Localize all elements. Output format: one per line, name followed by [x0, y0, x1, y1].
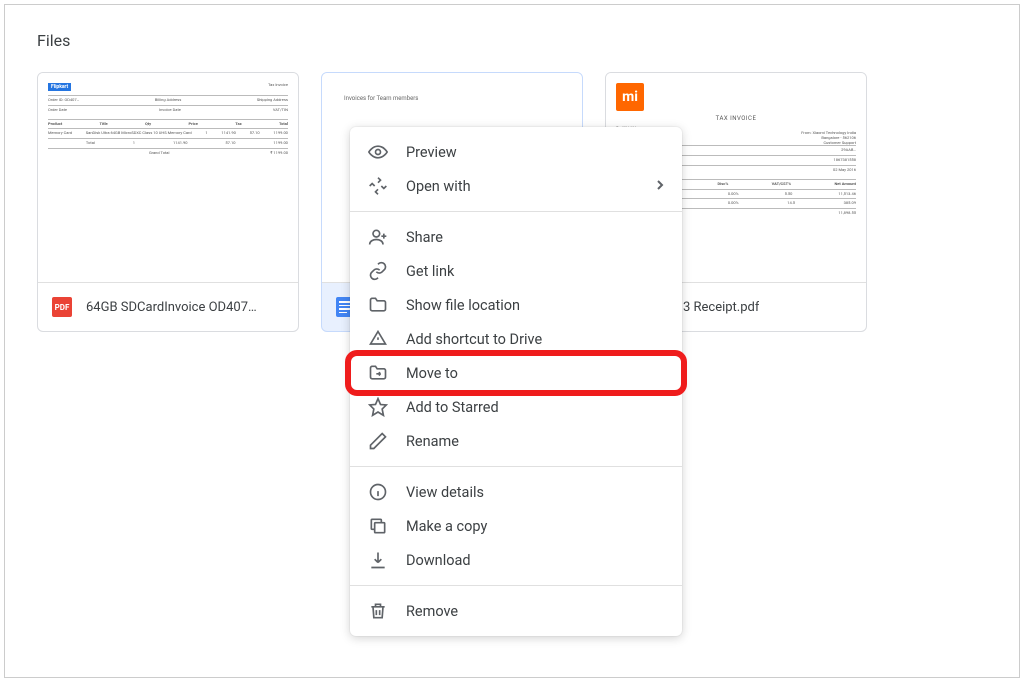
mi-logo: mi — [616, 83, 644, 111]
menu-add-starred[interactable]: Add to Starred — [350, 390, 682, 424]
menu-label: Download — [406, 552, 471, 569]
menu-show-location[interactable]: Show file location — [350, 288, 682, 322]
info-icon — [368, 482, 388, 502]
person-add-icon — [368, 227, 388, 247]
menu-preview[interactable]: Preview — [350, 135, 682, 169]
menu-label: Move to — [406, 365, 458, 382]
star-icon — [368, 397, 388, 417]
menu-label: Make a copy — [406, 518, 487, 535]
menu-label: Add to Starred — [406, 399, 499, 416]
link-icon — [368, 261, 388, 281]
file-name: 64GB SDCardInvoice OD407… — [86, 300, 257, 315]
menu-label: Get link — [406, 263, 454, 280]
flipkart-logo: Flipkart — [48, 83, 71, 91]
menu-make-copy[interactable]: Make a copy — [350, 509, 682, 543]
menu-divider — [350, 466, 682, 467]
menu-divider — [350, 211, 682, 212]
drive-shortcut-icon — [368, 329, 388, 349]
menu-open-with[interactable]: Open with — [350, 169, 682, 203]
menu-add-shortcut[interactable]: Add shortcut to Drive — [350, 322, 682, 356]
menu-label: Rename — [406, 433, 459, 450]
menu-remove[interactable]: Remove — [350, 594, 682, 628]
pdf-icon: PDF — [52, 297, 72, 317]
file-card[interactable]: Flipkart Tax Invoice Order ID: OD407…Bil… — [37, 72, 299, 332]
menu-rename[interactable]: Rename — [350, 424, 682, 458]
eye-icon — [368, 142, 388, 162]
menu-label: Show file location — [406, 297, 520, 314]
menu-view-details[interactable]: View details — [350, 475, 682, 509]
menu-label: View details — [406, 484, 484, 501]
pencil-icon — [368, 431, 388, 451]
menu-label: Open with — [406, 178, 471, 195]
file-thumbnail: Flipkart Tax Invoice Order ID: OD407…Bil… — [38, 73, 298, 283]
folder-icon — [368, 295, 388, 315]
menu-share[interactable]: Share — [350, 220, 682, 254]
trash-icon — [368, 601, 388, 621]
folder-move-icon — [368, 363, 388, 383]
menu-download[interactable]: Download — [350, 543, 682, 577]
menu-label: Remove — [406, 603, 458, 620]
context-menu: Preview Open with Share Get link Show fi… — [350, 127, 682, 636]
file-footer: PDF 64GB SDCardInvoice OD407… — [38, 283, 298, 331]
copy-icon — [368, 516, 388, 536]
menu-label: Share — [406, 229, 443, 246]
tax-invoice-title: TAX INVOICE — [616, 115, 856, 122]
menu-label: Preview — [406, 144, 457, 161]
chevron-right-icon — [656, 178, 664, 195]
section-title: Files — [37, 31, 987, 50]
download-icon — [368, 550, 388, 570]
doc-thumb-title: Invoices for Team members — [332, 83, 572, 114]
menu-label: Add shortcut to Drive — [406, 331, 542, 348]
menu-divider — [350, 585, 682, 586]
menu-get-link[interactable]: Get link — [350, 254, 682, 288]
menu-move-to[interactable]: Move to — [350, 356, 682, 390]
open-with-icon — [368, 176, 388, 196]
